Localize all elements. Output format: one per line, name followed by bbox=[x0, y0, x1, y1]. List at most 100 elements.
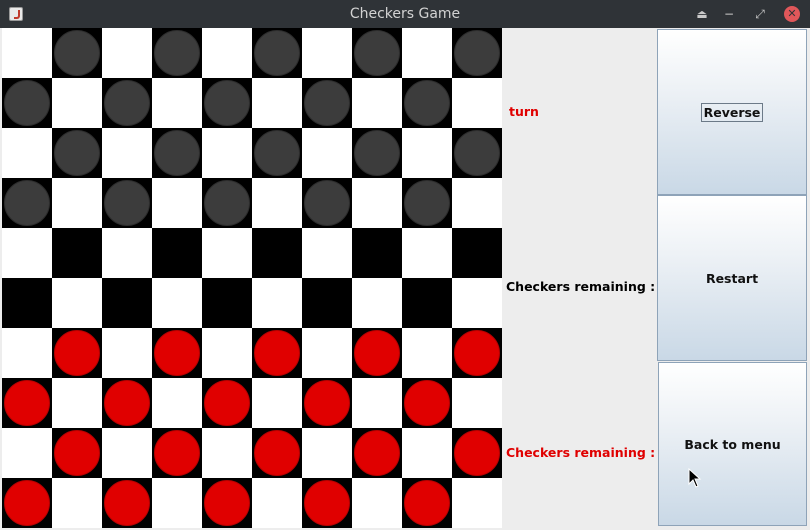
minimize-icon[interactable]: − bbox=[721, 6, 737, 22]
dark-checker-piece[interactable] bbox=[404, 80, 450, 126]
board-square[interactable] bbox=[302, 478, 352, 528]
board-square[interactable] bbox=[52, 28, 102, 78]
dark-checker-piece[interactable] bbox=[204, 80, 250, 126]
board-square[interactable] bbox=[52, 328, 102, 378]
dark-checker-piece[interactable] bbox=[454, 130, 500, 176]
board-square[interactable] bbox=[102, 178, 152, 228]
board-square[interactable] bbox=[402, 378, 452, 428]
red-checker-piece[interactable] bbox=[304, 380, 350, 426]
board-square[interactable] bbox=[252, 28, 302, 78]
red-checker-piece[interactable] bbox=[4, 380, 50, 426]
board-square[interactable] bbox=[252, 378, 302, 428]
red-checker-piece[interactable] bbox=[104, 480, 150, 526]
restart-button[interactable]: Restart bbox=[657, 195, 807, 361]
red-checker-piece[interactable] bbox=[104, 380, 150, 426]
board-square[interactable] bbox=[52, 228, 102, 278]
red-checker-piece[interactable] bbox=[154, 330, 200, 376]
red-checker-piece[interactable] bbox=[404, 480, 450, 526]
dark-checker-piece[interactable] bbox=[154, 30, 200, 76]
board-square[interactable] bbox=[202, 28, 252, 78]
dark-checker-piece[interactable] bbox=[404, 180, 450, 226]
board-square[interactable] bbox=[352, 328, 402, 378]
board-square[interactable] bbox=[302, 328, 352, 378]
board-square[interactable] bbox=[52, 478, 102, 528]
board-square[interactable] bbox=[452, 228, 502, 278]
board-square[interactable] bbox=[402, 228, 452, 278]
board-square[interactable] bbox=[152, 178, 202, 228]
board-square[interactable] bbox=[252, 478, 302, 528]
board-square[interactable] bbox=[202, 78, 252, 128]
red-checker-piece[interactable] bbox=[454, 430, 500, 476]
dark-checker-piece[interactable] bbox=[154, 130, 200, 176]
board-square[interactable] bbox=[52, 78, 102, 128]
red-checker-piece[interactable] bbox=[304, 480, 350, 526]
board-square[interactable] bbox=[402, 478, 452, 528]
red-checker-piece[interactable] bbox=[204, 480, 250, 526]
dark-checker-piece[interactable] bbox=[104, 180, 150, 226]
board-square[interactable] bbox=[252, 228, 302, 278]
board-square[interactable] bbox=[102, 378, 152, 428]
board-square[interactable] bbox=[352, 478, 402, 528]
dark-checker-piece[interactable] bbox=[4, 80, 50, 126]
board-square[interactable] bbox=[452, 478, 502, 528]
board-square[interactable] bbox=[102, 478, 152, 528]
dark-checker-piece[interactable] bbox=[54, 30, 100, 76]
board-square[interactable] bbox=[152, 78, 202, 128]
board-square[interactable] bbox=[152, 378, 202, 428]
red-checker-piece[interactable] bbox=[254, 330, 300, 376]
board-square[interactable] bbox=[252, 328, 302, 378]
board-square[interactable] bbox=[252, 278, 302, 328]
board-square[interactable] bbox=[402, 128, 452, 178]
board-square[interactable] bbox=[252, 128, 302, 178]
board-square[interactable] bbox=[202, 278, 252, 328]
board-square[interactable] bbox=[302, 78, 352, 128]
board-square[interactable] bbox=[2, 478, 52, 528]
board-square[interactable] bbox=[402, 178, 452, 228]
board-square[interactable] bbox=[302, 28, 352, 78]
board-square[interactable] bbox=[152, 478, 202, 528]
board-square[interactable] bbox=[102, 28, 152, 78]
back-to-menu-button[interactable]: Back to menu bbox=[658, 362, 807, 526]
board-square[interactable] bbox=[202, 178, 252, 228]
dark-checker-piece[interactable] bbox=[254, 130, 300, 176]
dark-checker-piece[interactable] bbox=[4, 180, 50, 226]
board-square[interactable] bbox=[252, 428, 302, 478]
board-square[interactable] bbox=[252, 178, 302, 228]
dark-checker-piece[interactable] bbox=[304, 80, 350, 126]
board-square[interactable] bbox=[402, 78, 452, 128]
board-square[interactable] bbox=[152, 328, 202, 378]
board-square[interactable] bbox=[202, 478, 252, 528]
red-checker-piece[interactable] bbox=[354, 330, 400, 376]
board-square[interactable] bbox=[452, 78, 502, 128]
board-square[interactable] bbox=[2, 178, 52, 228]
board-square[interactable] bbox=[452, 178, 502, 228]
board-square[interactable] bbox=[452, 28, 502, 78]
board-square[interactable] bbox=[252, 78, 302, 128]
close-icon[interactable]: ✕ bbox=[784, 6, 800, 22]
red-checker-piece[interactable] bbox=[54, 430, 100, 476]
board-square[interactable] bbox=[2, 228, 52, 278]
board-square[interactable] bbox=[152, 228, 202, 278]
red-checker-piece[interactable] bbox=[354, 430, 400, 476]
board-square[interactable] bbox=[2, 128, 52, 178]
red-checker-piece[interactable] bbox=[4, 480, 50, 526]
board-square[interactable] bbox=[202, 128, 252, 178]
board-square[interactable] bbox=[52, 178, 102, 228]
red-checker-piece[interactable] bbox=[154, 430, 200, 476]
board-square[interactable] bbox=[302, 378, 352, 428]
board-square[interactable] bbox=[452, 278, 502, 328]
board-square[interactable] bbox=[352, 378, 402, 428]
board-square[interactable] bbox=[352, 78, 402, 128]
board-square[interactable] bbox=[402, 278, 452, 328]
board-square[interactable] bbox=[152, 28, 202, 78]
dark-checker-piece[interactable] bbox=[354, 30, 400, 76]
board-square[interactable] bbox=[102, 278, 152, 328]
reverse-button[interactable]: Reverse bbox=[657, 29, 807, 195]
red-checker-piece[interactable] bbox=[54, 330, 100, 376]
dark-checker-piece[interactable] bbox=[54, 130, 100, 176]
board-square[interactable] bbox=[52, 278, 102, 328]
red-checker-piece[interactable] bbox=[254, 430, 300, 476]
red-checker-piece[interactable] bbox=[204, 380, 250, 426]
dark-checker-piece[interactable] bbox=[354, 130, 400, 176]
board-square[interactable] bbox=[302, 428, 352, 478]
